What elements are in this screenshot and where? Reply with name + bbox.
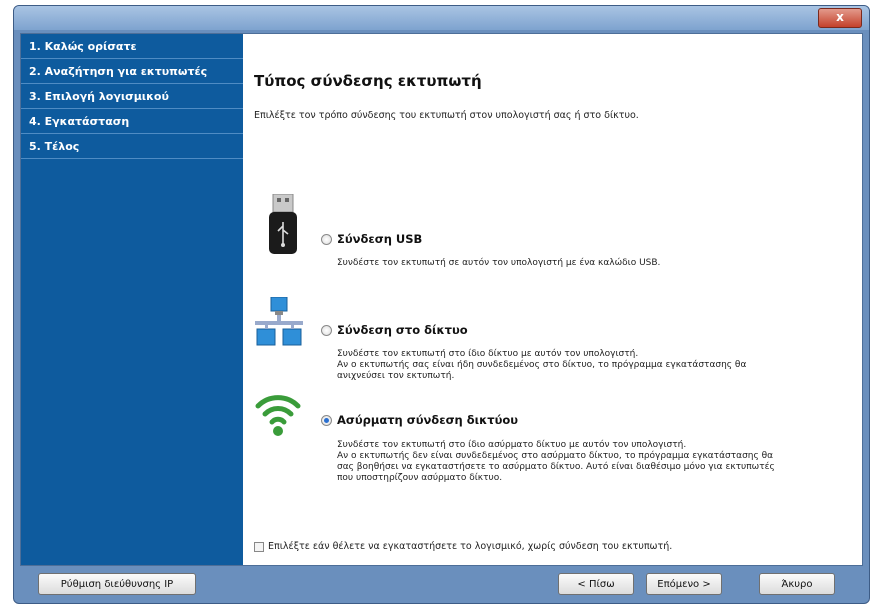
wifi-icon xyxy=(255,395,301,436)
install-without-printer-label: Επιλέξτε εάν θέλετε να εγκαταστήσετε το … xyxy=(268,541,673,552)
install-without-printer-checkbox[interactable] xyxy=(254,541,264,552)
page-title: Τύπος σύνδεσης εκτυπωτή xyxy=(254,72,482,90)
close-button[interactable]: x xyxy=(818,8,862,28)
option-usb-label: Σύνδεση USB xyxy=(337,232,423,246)
option-network-label: Σύνδεση στο δίκτυο xyxy=(337,323,468,337)
network-icon xyxy=(255,297,303,346)
network-radio[interactable] xyxy=(321,325,332,336)
wireless-radio[interactable] xyxy=(321,415,332,426)
option-wireless-description: Συνδέστε τον εκτυπωτή στο ίδιο ασύρματο … xyxy=(337,440,775,483)
back-button[interactable]: < Πίσω xyxy=(558,573,634,595)
installer-window: x 1. Καλώς ορίσατε 2. Αναζήτηση για εκτυ… xyxy=(13,5,870,604)
usb-radio[interactable] xyxy=(321,234,332,245)
install-without-printer-row[interactable]: Επιλέξτε εάν θέλετε να εγκαταστήσετε το … xyxy=(254,541,672,552)
cancel-button[interactable]: Άκυρο xyxy=(759,573,835,595)
sidebar-item-welcome: 1. Καλώς ορίσατε xyxy=(21,34,243,59)
title-bar: x xyxy=(14,6,869,30)
next-button[interactable]: Επόμενο > xyxy=(646,573,722,595)
ip-settings-button[interactable]: Ρύθμιση διεύθυνσης IP xyxy=(38,573,196,595)
sidebar-item-select-software: 3. Επιλογή λογισμικού xyxy=(21,84,243,109)
option-usb-description: Συνδέστε τον εκτυπωτή σε αυτόν τον υπολο… xyxy=(337,258,661,268)
option-wireless-label: Ασύρματη σύνδεση δικτύου xyxy=(337,413,519,427)
button-bar: Ρύθμιση διεύθυνσης IP < Πίσω Επόμενο > Ά… xyxy=(20,567,863,599)
sidebar-item-installation: 4. Εγκατάσταση xyxy=(21,109,243,134)
main-panel: Τύπος σύνδεσης εκτυπωτή Επιλέξτε τον τρό… xyxy=(243,34,862,565)
sidebar-item-search-printers: 2. Αναζήτηση για εκτυπωτές xyxy=(21,59,243,84)
sidebar-item-finish: 5. Τέλος xyxy=(21,134,243,159)
usb-icon xyxy=(269,194,297,254)
steps-sidebar: 1. Καλώς ορίσατε 2. Αναζήτηση για εκτυπω… xyxy=(21,34,243,565)
page-subtitle: Επιλέξτε τον τρόπο σύνδεσης του εκτυπωτή… xyxy=(254,110,639,121)
dialog-content: 1. Καλώς ορίσατε 2. Αναζήτηση για εκτυπω… xyxy=(20,33,863,566)
option-network-description: Συνδέστε τον εκτυπωτή στο ίδιο δίκτυο με… xyxy=(337,349,747,381)
